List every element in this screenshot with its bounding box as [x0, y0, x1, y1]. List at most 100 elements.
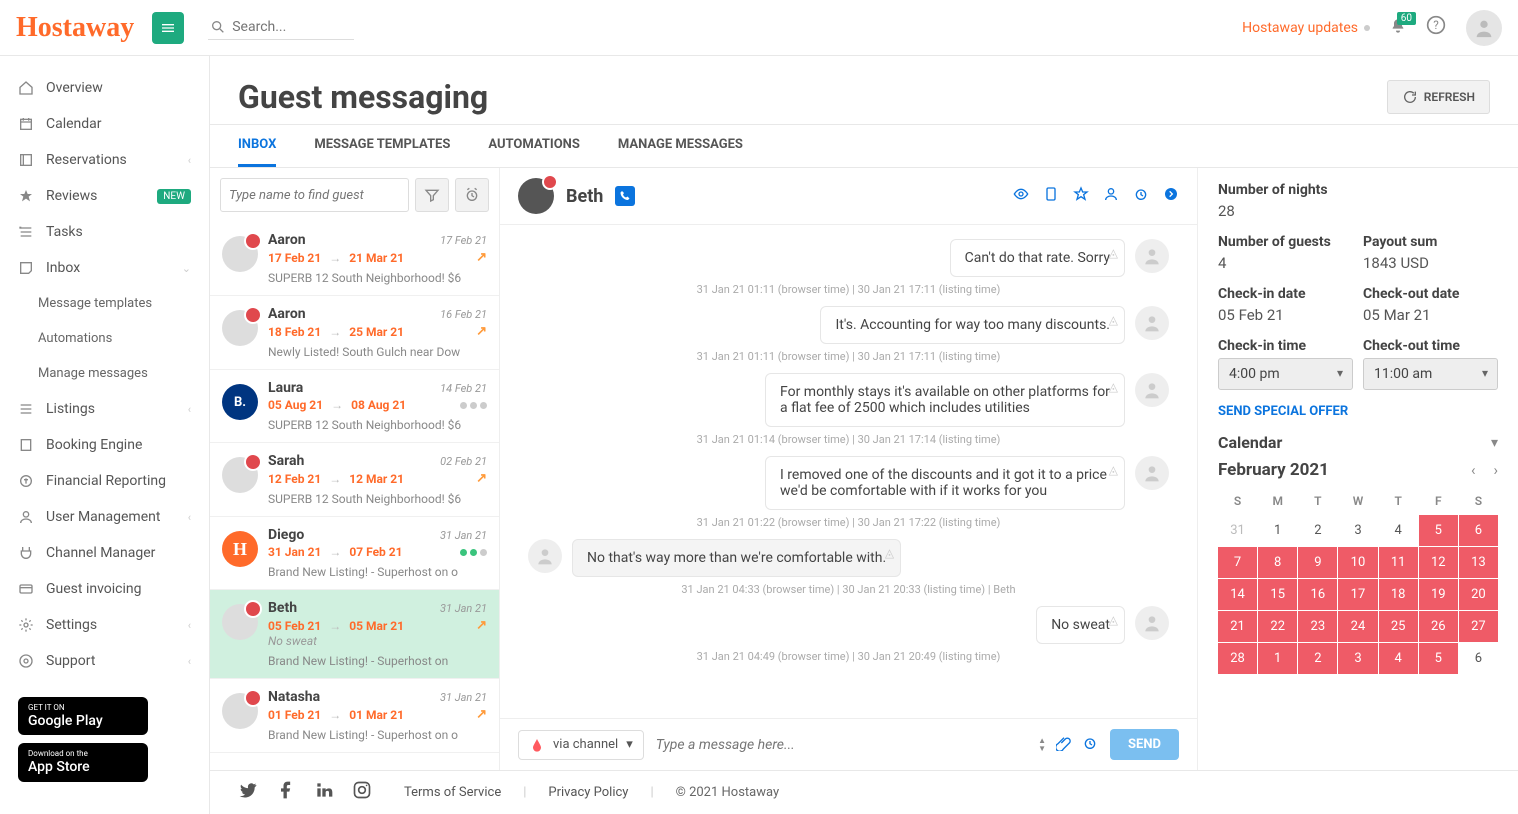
sidebar-item-listings[interactable]: Listings‹: [0, 391, 209, 427]
user-avatar[interactable]: [1466, 10, 1502, 46]
search-input[interactable]: [232, 19, 352, 35]
share-icon[interactable]: ↗: [476, 471, 487, 486]
snooze-button[interactable]: [455, 178, 489, 212]
conversation-item[interactable]: Sarah02 Feb 2112 Feb 21→12 Mar 21↗SUPERB…: [210, 443, 499, 517]
checkout-time-select[interactable]: [1363, 358, 1498, 390]
visibility-button[interactable]: [1013, 186, 1029, 206]
sidebar-item-reviews[interactable]: ReviewsNEW: [0, 178, 209, 214]
cal-next[interactable]: ›: [1493, 461, 1498, 479]
conversation-item[interactable]: HDiego31 Jan 2131 Jan 21→07 Feb 21Brand …: [210, 517, 499, 590]
reminder-button[interactable]: [1133, 186, 1149, 206]
sidebar-item-reservations[interactable]: Reservations‹: [0, 142, 209, 178]
cal-prev[interactable]: ‹: [1471, 461, 1476, 479]
cal-day[interactable]: 3: [1338, 643, 1377, 674]
cal-day[interactable]: 19: [1419, 579, 1458, 610]
sidebar-item-overview[interactable]: Overview: [0, 70, 209, 106]
conversation-item[interactable]: Natasha31 Jan 2101 Feb 21→01 Mar 21↗Bran…: [210, 679, 499, 753]
cal-day[interactable]: 2: [1298, 515, 1337, 546]
cal-day[interactable]: 31: [1218, 515, 1257, 546]
facebook-link[interactable]: [276, 780, 296, 805]
cal-day[interactable]: 16: [1298, 579, 1337, 610]
expand-stepper[interactable]: ▲▼: [1038, 737, 1046, 753]
share-icon[interactable]: ↗: [476, 618, 487, 633]
conversation-item[interactable]: Beth31 Jan 2105 Feb 21→05 Mar 21↗No swea…: [210, 590, 499, 679]
cal-day[interactable]: 15: [1258, 579, 1297, 610]
cal-day[interactable]: 3: [1338, 515, 1377, 546]
checkin-time-select[interactable]: [1218, 358, 1353, 390]
cal-day[interactable]: 28: [1218, 643, 1257, 674]
device-button[interactable]: [1043, 186, 1059, 206]
cal-day[interactable]: 24: [1338, 611, 1377, 642]
cal-day[interactable]: 9: [1298, 547, 1337, 578]
sidebar-item-user-management[interactable]: User Management‹: [0, 499, 209, 535]
cal-day[interactable]: 23: [1298, 611, 1337, 642]
instagram-link[interactable]: [352, 780, 372, 805]
cal-day[interactable]: 6: [1459, 643, 1498, 674]
guest-search-input[interactable]: [220, 178, 409, 212]
app-store-badge[interactable]: Download on the App Store: [18, 743, 148, 781]
guest-button[interactable]: [1103, 186, 1119, 206]
cal-day[interactable]: 5: [1419, 515, 1458, 546]
phone-button[interactable]: [615, 186, 635, 206]
global-search[interactable]: [208, 15, 354, 40]
sidebar-item-tasks[interactable]: Tasks: [0, 214, 209, 250]
sidebar-item-message-templates[interactable]: Message templates: [0, 286, 209, 321]
sidebar-item-guest-invoicing[interactable]: Guest invoicing: [0, 571, 209, 607]
cal-day[interactable]: 4: [1379, 643, 1418, 674]
conversation-item[interactable]: B.Laura14 Feb 2105 Aug 21→08 Aug 21SUPER…: [210, 370, 499, 443]
twitter-link[interactable]: [238, 780, 258, 805]
sidebar-item-booking-engine[interactable]: Booking Engine: [0, 427, 209, 463]
cal-day[interactable]: 1: [1258, 515, 1297, 546]
cal-day[interactable]: 5: [1419, 643, 1458, 674]
cal-day[interactable]: 14: [1218, 579, 1257, 610]
cal-day[interactable]: 12: [1419, 547, 1458, 578]
sidebar-item-channel-manager[interactable]: Channel Manager: [0, 535, 209, 571]
sidebar-item-support[interactable]: Support‹: [0, 643, 209, 679]
filter-button[interactable]: [415, 178, 449, 212]
cal-day[interactable]: 13: [1459, 547, 1498, 578]
cal-day[interactable]: 18: [1379, 579, 1418, 610]
tab-inbox[interactable]: INBOX: [238, 125, 276, 167]
send-special-offer-link[interactable]: SEND SPECIAL OFFER: [1218, 404, 1498, 419]
sidebar-item-financial-reporting[interactable]: Financial Reporting: [0, 463, 209, 499]
cal-day[interactable]: 4: [1379, 515, 1418, 546]
conversation-item[interactable]: Aaron17 Feb 2117 Feb 21→21 Mar 21↗SUPERB…: [210, 222, 499, 296]
star-button[interactable]: [1073, 186, 1089, 206]
cal-day[interactable]: 7: [1218, 547, 1257, 578]
privacy-link[interactable]: Privacy Policy: [548, 785, 628, 800]
logo[interactable]: Hostaway: [16, 12, 134, 44]
cal-day[interactable]: 21: [1218, 611, 1257, 642]
linkedin-link[interactable]: [314, 780, 334, 805]
sidebar-item-settings[interactable]: Settings‹: [0, 607, 209, 643]
cal-day[interactable]: 6: [1459, 515, 1498, 546]
menu-toggle[interactable]: [152, 12, 184, 44]
updates-link[interactable]: Hostaway updates: [1242, 20, 1370, 36]
tos-link[interactable]: Terms of Service: [404, 785, 501, 800]
notifications-button[interactable]: 60: [1390, 18, 1406, 38]
refresh-button[interactable]: REFRESH: [1387, 80, 1490, 114]
cal-day[interactable]: 11: [1379, 547, 1418, 578]
cal-day[interactable]: 26: [1419, 611, 1458, 642]
message-input[interactable]: [656, 737, 1026, 753]
sidebar-item-manage-messages[interactable]: Manage messages: [0, 356, 209, 391]
schedule-button[interactable]: [1082, 735, 1098, 755]
sidebar-item-calendar[interactable]: Calendar: [0, 106, 209, 142]
tab-manage-messages[interactable]: MANAGE MESSAGES: [618, 125, 743, 167]
next-button[interactable]: [1163, 186, 1179, 206]
calendar-collapse[interactable]: ▾: [1491, 435, 1498, 451]
cal-day[interactable]: 1: [1258, 643, 1297, 674]
help-button[interactable]: ?: [1426, 15, 1446, 40]
cal-day[interactable]: 17: [1338, 579, 1377, 610]
cal-day[interactable]: 8: [1258, 547, 1297, 578]
via-channel-select[interactable]: via channel ▾: [518, 730, 644, 760]
cal-day[interactable]: 25: [1379, 611, 1418, 642]
google-play-badge[interactable]: GET IT ON Google Play: [18, 697, 148, 735]
sidebar-item-inbox[interactable]: Inbox⌄: [0, 250, 209, 286]
share-icon[interactable]: ↗: [476, 324, 487, 339]
cal-day[interactable]: 20: [1459, 579, 1498, 610]
share-icon[interactable]: ↗: [476, 707, 487, 722]
cal-day[interactable]: 22: [1258, 611, 1297, 642]
cal-day[interactable]: 2: [1298, 643, 1337, 674]
tab-message-templates[interactable]: MESSAGE TEMPLATES: [314, 125, 450, 167]
attach-button[interactable]: [1056, 735, 1072, 755]
